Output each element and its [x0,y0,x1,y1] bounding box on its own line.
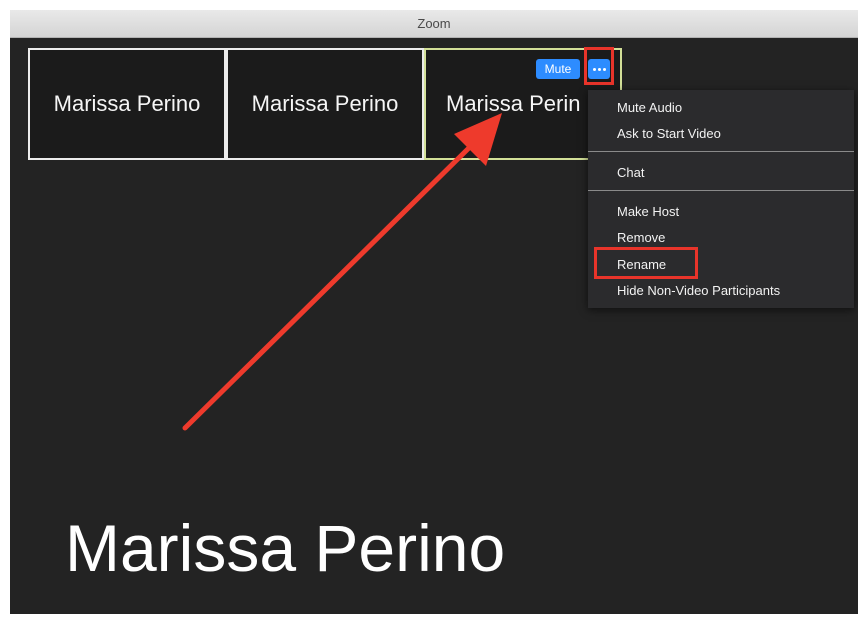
active-speaker-name: Marissa Perino [65,511,506,585]
zoom-window: Zoom Marissa Perino Marissa Perino Maris… [10,10,858,614]
screenshot: Zoom Marissa Perino Marissa Perino Maris… [0,0,860,622]
arrow-shaft [182,137,480,431]
